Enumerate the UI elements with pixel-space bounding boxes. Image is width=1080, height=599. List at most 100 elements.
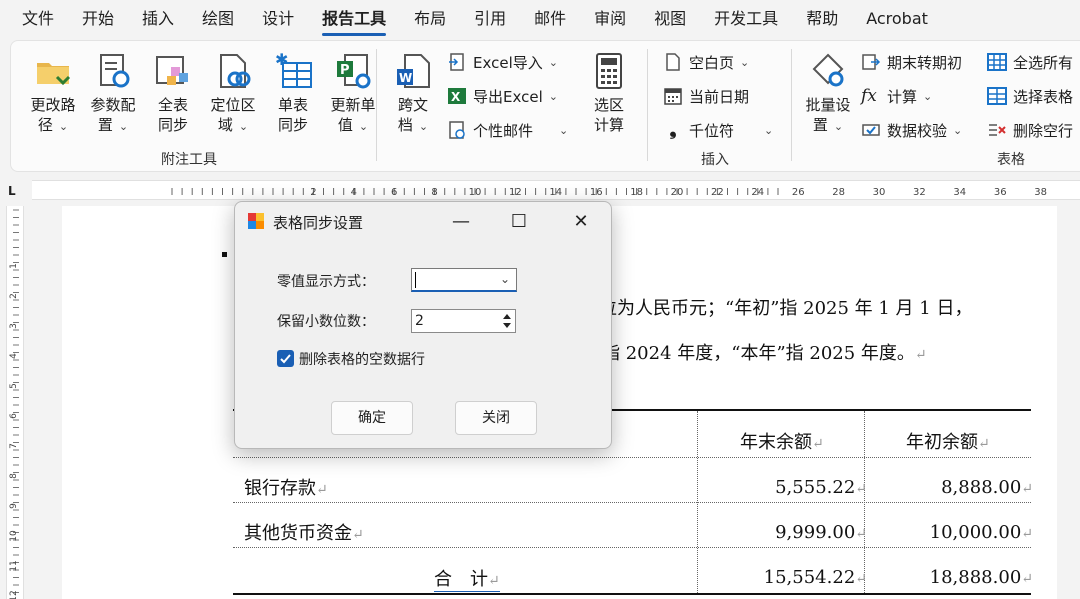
chevron-down-icon: ⌄ (559, 123, 569, 137)
table-sync-all-icon (156, 56, 188, 85)
table-row-rule (233, 502, 1031, 503)
ruler-strip: 2 4 6 8 10 12 14 16 18 20 22 24 26 28 30 32 34 36 38 (32, 180, 1080, 200)
table-sync-settings-dialog: 表格同步设置 — ☐ ✕ 零值显示方式： ⌄ 保留小数位数： 2 删除表格的空数… (234, 201, 612, 449)
table-bottom-rule (233, 593, 1031, 595)
locate-region-label: 定位区 (210, 96, 256, 114)
minimize-button[interactable]: — (441, 208, 481, 236)
data-validate-button[interactable]: 数据校验 ⌄ (861, 117, 962, 143)
tab-mailings[interactable]: 邮件 (520, 0, 580, 38)
delete-blank-rows-checkbox[interactable] (277, 350, 294, 367)
ruler-label: 34 (953, 187, 966, 198)
tab-acrobat[interactable]: Acrobat (852, 0, 942, 38)
close-button[interactable]: 关闭 (455, 401, 537, 435)
table-row-rule (233, 547, 1031, 548)
word-cross-doc-icon: W (397, 54, 430, 88)
group-label-notes-tools: 附注工具 (161, 152, 217, 168)
ruler-ticks: 2 4 6 8 10 12 14 16 18 20 22 24 26 28 30 32 34 36 38 (171, 187, 1047, 198)
excel-export-icon: X (448, 88, 466, 104)
cell-mark-icon: ↵ (1021, 526, 1033, 542)
cell-mark-icon: ↵ (352, 527, 364, 543)
cell-mark-icon: ↵ (978, 436, 990, 452)
tab-report-tools[interactable]: 报告工具 (308, 0, 400, 38)
cross-document-button[interactable]: W 跨文 档 ⌄ (383, 49, 443, 141)
delete-blank-rows-button[interactable]: 删除空行 (987, 117, 1073, 143)
select-all-button[interactable]: 全选所有 (987, 49, 1073, 75)
delete-blank-rows-label[interactable]: 删除表格的空数据行 (299, 349, 425, 369)
cell-mark-icon: ↵ (855, 481, 867, 497)
table-cell-year-end: 15,554.22↵ (764, 567, 867, 588)
param-config-label: 参数配 (90, 96, 136, 114)
tab-developer[interactable]: 开发工具 (700, 0, 792, 38)
param-config-button[interactable]: 参数配 置 ⌄ (83, 49, 143, 141)
tab-design[interactable]: 设计 (248, 0, 308, 38)
doc-text-line2: 指 2024 年度，“本年”指 2025 年度。↵ (602, 339, 927, 365)
chevron-down-icon: ⌄ (833, 120, 844, 133)
change-path-button[interactable]: 更改路 径 ⌄ (23, 49, 83, 141)
decimals-spinner[interactable]: 2 (411, 309, 516, 333)
zero-display-combo[interactable]: ⌄ (411, 268, 517, 292)
doc-text-line1: 位为人民币元；“年初”指 2025 年 1 月 1 日， (599, 294, 972, 320)
vruler-label: 10 (9, 530, 19, 542)
ruler-label: 4 (351, 187, 357, 198)
chevron-down-icon: ⌄ (953, 123, 963, 137)
decimals-label: 保留小数位数： (277, 314, 375, 330)
chevron-down-icon[interactable]: ⌄ (500, 272, 510, 286)
tab-file[interactable]: 文件 (0, 0, 68, 38)
ruler-label: 30 (873, 187, 886, 198)
tab-draw[interactable]: 绘图 (188, 0, 248, 38)
sync-single-label: 单表 (277, 96, 308, 114)
tab-home[interactable]: 开始 (68, 0, 128, 38)
tab-help[interactable]: 帮助 (792, 0, 852, 38)
vruler-label: 3 (9, 323, 19, 329)
sync-all-label2: 同步 (157, 116, 188, 134)
cross-doc-label2: 档 (397, 116, 413, 134)
ruler-label: 22 (711, 187, 724, 198)
period-convert-label: 期末转期初 (887, 53, 963, 72)
locate-region-button[interactable]: 定位区 域 ⌄ (203, 49, 263, 141)
current-date-button[interactable]: 当前日期 (663, 83, 749, 109)
chevron-down-icon: ⌄ (548, 89, 558, 103)
tab-view[interactable]: 视图 (640, 0, 700, 38)
cell-mark-icon: ↵ (812, 436, 824, 452)
tab-review[interactable]: 审阅 (580, 0, 640, 38)
doc-text-line1-content: 位为人民币元；“年初”指 2025 年 1 月 1 日， (599, 298, 973, 319)
batch-settings-button[interactable]: 批量设 置 ⌄ (797, 49, 859, 141)
export-excel-button[interactable]: X 导出Excel ⌄ (447, 83, 558, 109)
period-convert-button[interactable]: 期末转期初 (861, 49, 962, 75)
calculate-button[interactable]: fx 计算 ⌄ (861, 83, 932, 109)
excel-import-button[interactable]: Excel导入 ⌄ (447, 49, 558, 75)
svg-text:✱: ✱ (275, 51, 288, 69)
spinner-arrows-icon[interactable] (500, 311, 514, 331)
tab-layout[interactable]: 布局 (400, 0, 460, 38)
tab-references[interactable]: 引用 (460, 0, 520, 38)
text-cursor (415, 272, 416, 288)
ruler-label: 36 (994, 187, 1007, 198)
vruler-label: 9 (9, 503, 19, 509)
chevron-down-icon: ⌄ (238, 120, 249, 133)
selection-calc-button[interactable]: 选区 计算 (579, 49, 639, 141)
thousands-separator-button[interactable]: ❟ 千位符 ⌄ (663, 117, 773, 143)
table-cell-year-begin: 8,888.00↵ (941, 477, 1033, 498)
select-table-button[interactable]: 选择表格 (987, 83, 1073, 109)
param-config-label2: 置 (97, 116, 113, 134)
cell-value: 9,999.00 (775, 522, 856, 543)
locate-region-label2: 域 (217, 116, 233, 134)
close-window-button[interactable]: ✕ (561, 208, 601, 236)
export-excel-label: 导出Excel (473, 87, 543, 106)
vertical-ruler[interactable]: 1 2 3 4 5 6 7 8 9 10 11 12 (0, 206, 32, 599)
update-value-label: 更新单 (330, 96, 376, 114)
checkmark-icon (280, 354, 291, 364)
thousands-label: 千位符 (689, 121, 735, 140)
blank-page-button[interactable]: 空白页 ⌄ (663, 49, 749, 75)
ok-button[interactable]: 确定 (331, 401, 413, 435)
selection-calc-label2: 计算 (593, 116, 624, 134)
mail-merge-button[interactable]: 个性邮件 ⌄ (447, 117, 568, 143)
tab-insert[interactable]: 插入 (128, 0, 188, 38)
tab-stop-selector[interactable]: L (8, 184, 20, 198)
table-sync-single-icon: ✱ (275, 51, 312, 88)
sync-all-tables-button[interactable]: 全表 同步 (143, 49, 203, 141)
update-value-button[interactable]: P 更新单 值 ⌄ (323, 49, 383, 141)
sync-single-table-button[interactable]: ✱ 单表 同步 (263, 49, 323, 141)
chevron-down-icon: ⌄ (118, 120, 129, 133)
maximize-button[interactable]: ☐ (499, 208, 539, 236)
